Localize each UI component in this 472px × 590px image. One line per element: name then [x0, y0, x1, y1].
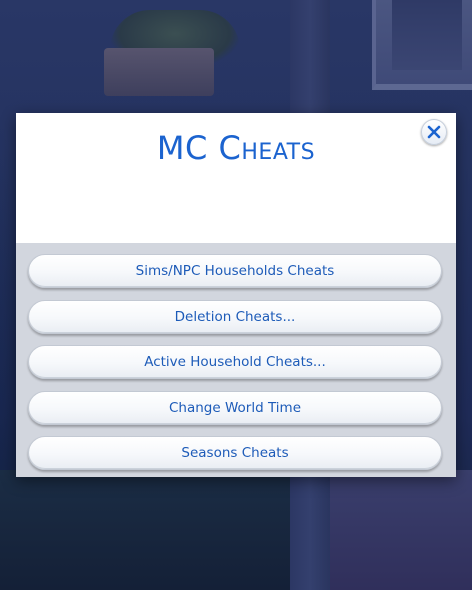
mc-cheats-dialog: MC Cheats Sims/NPC Households Cheats Del… [16, 113, 456, 477]
active-household-cheats-button[interactable]: Active Household Cheats... [28, 345, 442, 379]
background-window [372, 0, 472, 90]
seasons-cheats-button[interactable]: Seasons Cheats [28, 436, 442, 470]
background-planter [104, 48, 214, 96]
sims-npc-households-cheats-button[interactable]: Sims/NPC Households Cheats [28, 254, 442, 288]
background-window-pane [392, 0, 462, 70]
background-lawn [0, 470, 290, 590]
close-button[interactable] [421, 119, 447, 145]
change-world-time-button[interactable]: Change World Time [28, 391, 442, 425]
deletion-cheats-button[interactable]: Deletion Cheats... [28, 300, 442, 334]
dialog-header: MC Cheats [16, 113, 456, 243]
close-x-icon [427, 125, 441, 139]
dialog-body: Sims/NPC Households Cheats Deletion Chea… [16, 243, 456, 477]
dialog-title: MC Cheats [156, 129, 316, 167]
